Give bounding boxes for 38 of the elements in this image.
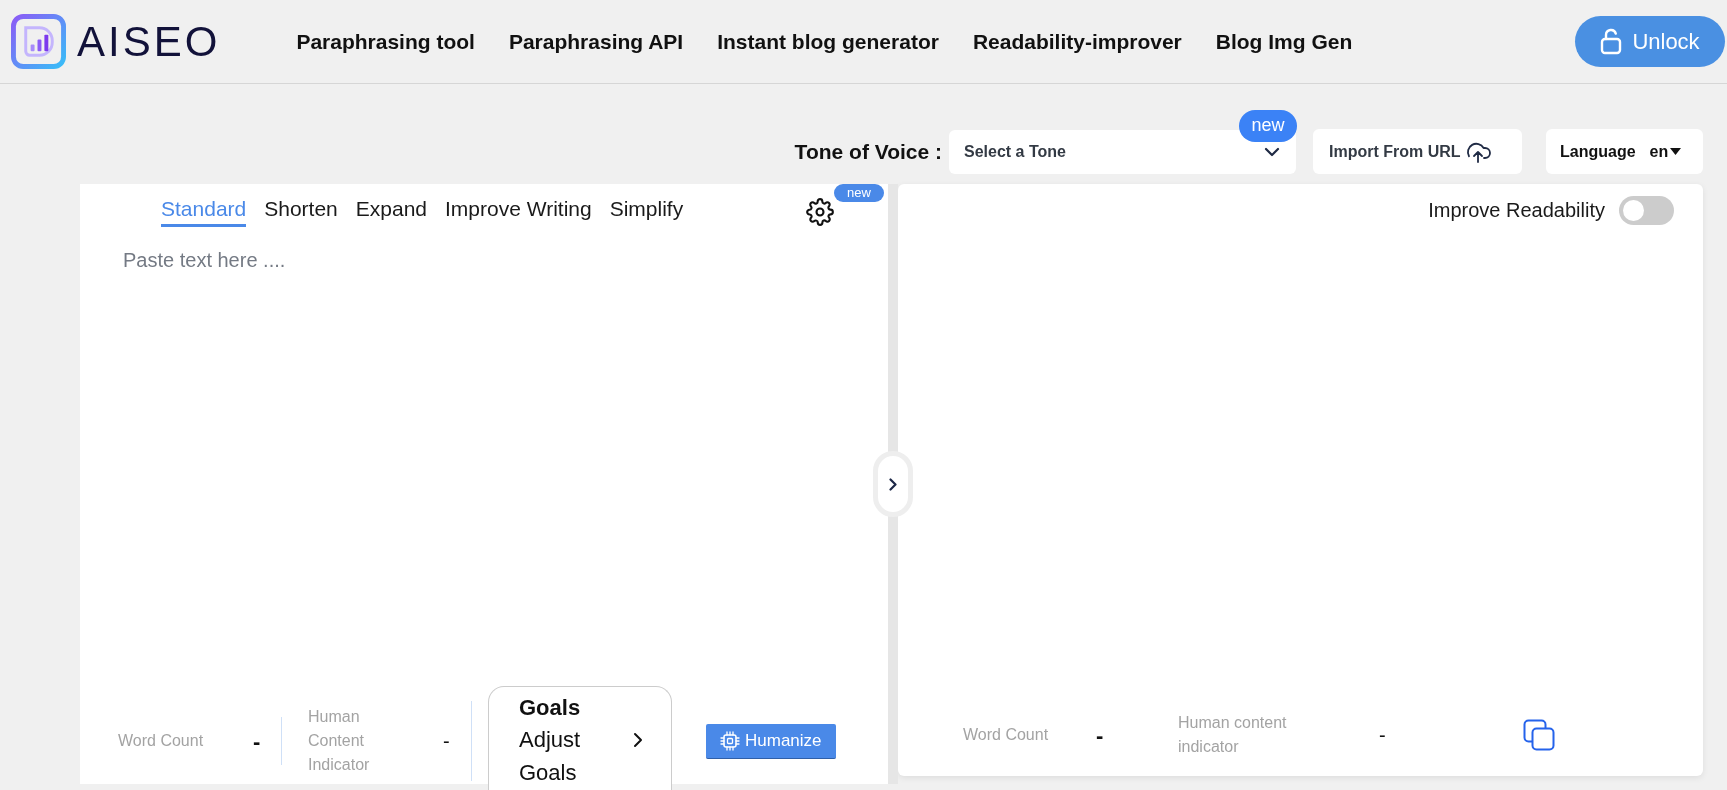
tone-label: Tone of Voice : bbox=[794, 138, 942, 165]
mode-tab[interactable]: Expand bbox=[355, 196, 428, 227]
chevron-right-icon bbox=[889, 477, 897, 491]
language-select[interactable]: en bbox=[1649, 139, 1682, 164]
logo-text: AISEO bbox=[77, 20, 221, 63]
stat-value: - bbox=[253, 728, 261, 754]
caret-down-icon bbox=[1670, 148, 1682, 155]
stat-value: - bbox=[1379, 723, 1386, 748]
nav-link[interactable]: Blog Img Gen bbox=[1215, 25, 1353, 58]
chevron-right-icon bbox=[633, 732, 643, 748]
nav-link[interactable]: Paraphrasing API bbox=[508, 25, 684, 58]
stat-label: Human content indicator bbox=[1178, 713, 1288, 757]
import-url-button[interactable]: Import From URL bbox=[1313, 129, 1522, 174]
chip-icon bbox=[720, 730, 740, 751]
nav-link[interactable]: Paraphrasing tool bbox=[296, 25, 475, 58]
copy-icon[interactable] bbox=[1523, 719, 1555, 751]
logo-icon bbox=[11, 14, 66, 69]
stat-label: Word Count bbox=[963, 725, 1050, 745]
nav-link[interactable]: Readability-improver bbox=[972, 25, 1182, 58]
mode-tab[interactable]: Improve Writing bbox=[445, 196, 592, 227]
new-badge: new bbox=[1239, 109, 1297, 142]
cloud-upload-icon bbox=[1464, 140, 1491, 163]
goals-title: Goals bbox=[519, 694, 581, 722]
mode-tab[interactable]: Shorten bbox=[264, 196, 338, 227]
chevron-down-icon bbox=[1264, 146, 1280, 157]
new-badge: new bbox=[834, 184, 884, 202]
stat-label: Word Count bbox=[118, 731, 205, 751]
mode-tab[interactable]: Simplify bbox=[609, 196, 684, 227]
settings-icon[interactable] bbox=[806, 197, 834, 226]
readability-toggle[interactable] bbox=[1619, 195, 1674, 225]
adjust-goals-link[interactable]: Adjust Goals bbox=[519, 723, 619, 789]
language-label: Language bbox=[1560, 141, 1636, 162]
stat-value: - bbox=[443, 730, 450, 752]
padlock-icon bbox=[1600, 28, 1623, 55]
toggle-label: Improve Readability bbox=[1428, 198, 1605, 223]
stat-label: Human Content Indicator bbox=[308, 707, 371, 775]
stat-value: - bbox=[1096, 721, 1104, 750]
nav-link[interactable]: Instant blog generator bbox=[717, 25, 939, 58]
